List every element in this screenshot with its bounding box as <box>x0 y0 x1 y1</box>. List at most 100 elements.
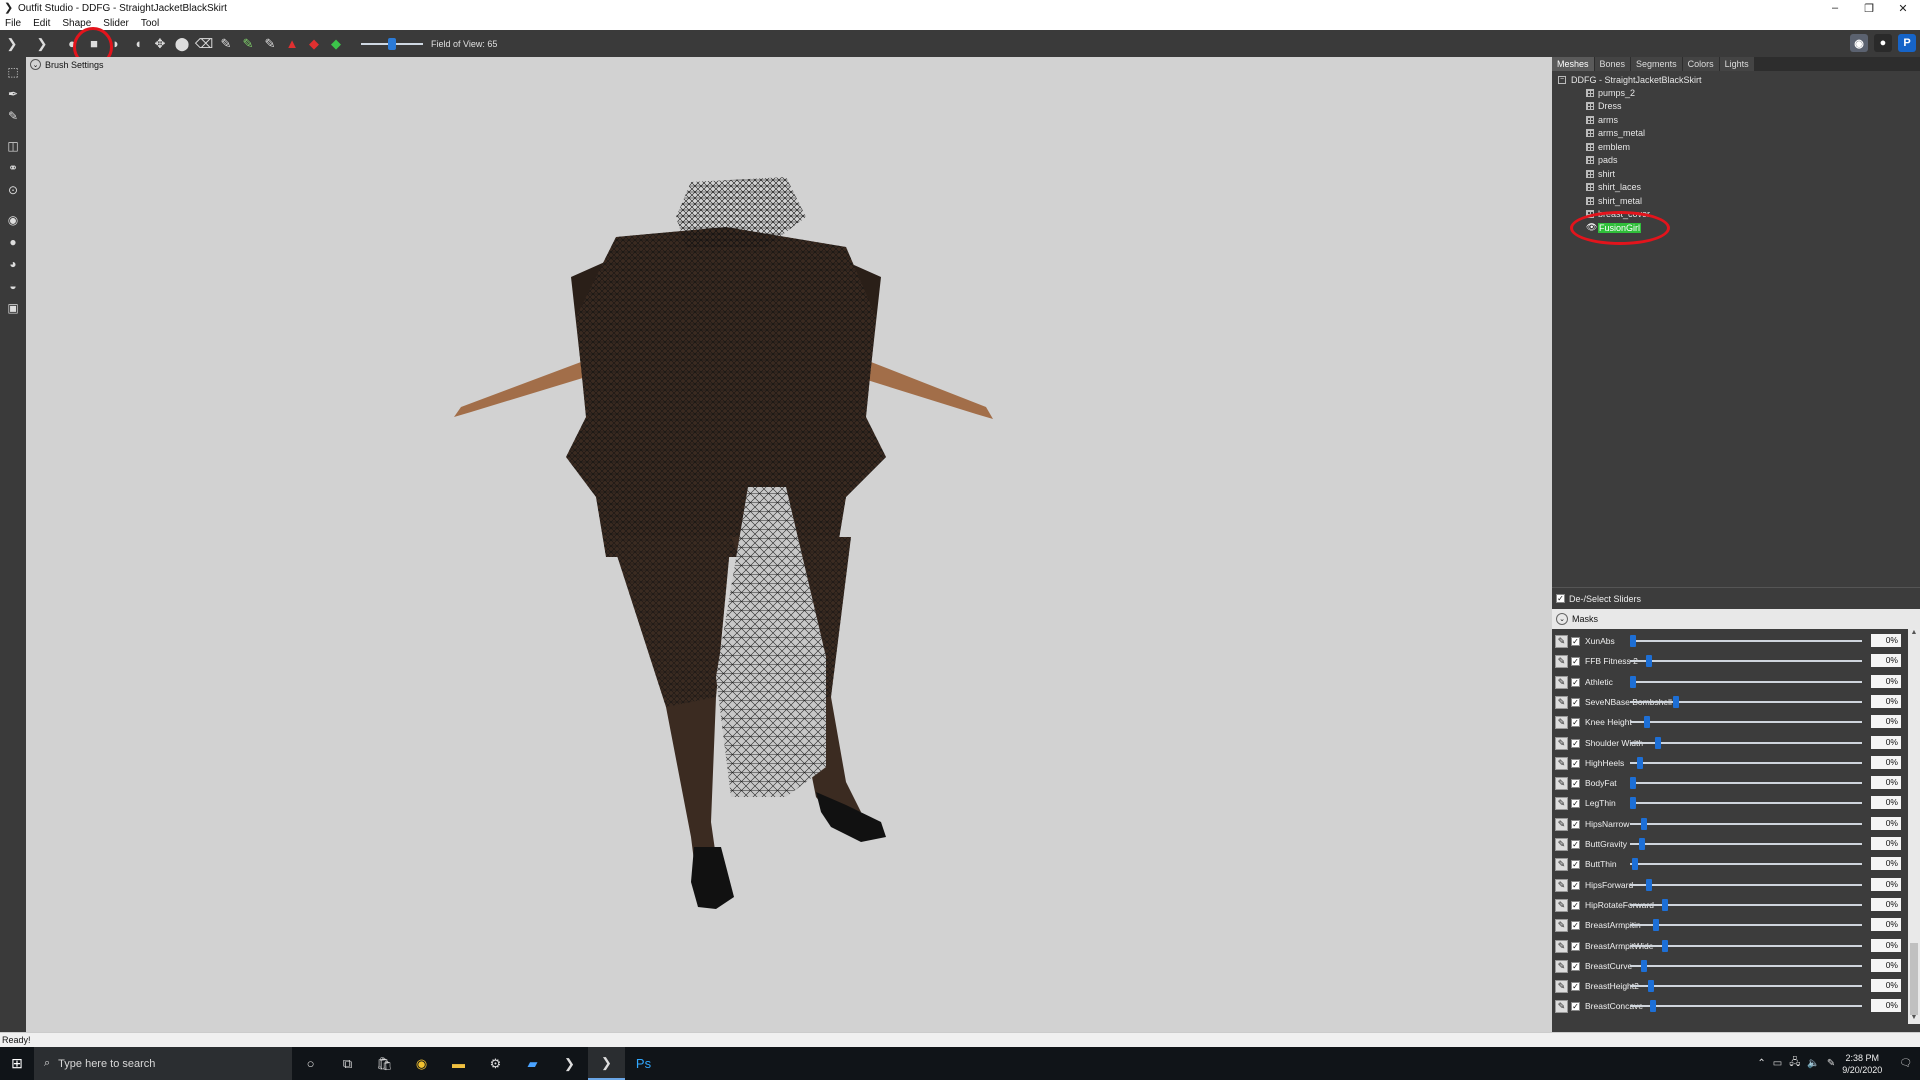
slider-value[interactable]: 0% <box>1871 634 1901 647</box>
move-brush-icon[interactable]: ✥ <box>151 35 169 53</box>
slider-checkbox[interactable]: ✓ <box>1571 636 1580 646</box>
edit-slider-icon[interactable]: ✎ <box>1555 898 1568 912</box>
slider-thumb[interactable] <box>1646 655 1652 667</box>
mesh-item[interactable]: emblem <box>1552 140 1920 154</box>
mesh-item[interactable]: Dress <box>1552 100 1920 114</box>
collapse-icon[interactable]: − <box>1558 75 1566 84</box>
pen-icon[interactable]: ✎ <box>1827 1058 1835 1069</box>
slider-track[interactable] <box>1630 899 1862 911</box>
collapse-vertex-icon[interactable]: ▲ <box>283 35 301 53</box>
edit-slider-icon[interactable]: ✎ <box>1555 634 1568 648</box>
scroll-up-arrow-icon[interactable]: ▲ <box>1908 629 1920 639</box>
mesh-item[interactable]: breast_cover <box>1552 208 1920 222</box>
slider-scrollbar[interactable]: ▲ ▼ <box>1908 629 1920 1024</box>
slider-value[interactable]: 0% <box>1871 756 1901 769</box>
slider-thumb[interactable] <box>1646 879 1652 891</box>
edit-slider-icon[interactable]: ✎ <box>1555 939 1568 953</box>
slider-thumb[interactable] <box>1648 980 1654 992</box>
slider-thumb[interactable] <box>1644 716 1650 728</box>
menu-file[interactable]: File <box>0 18 28 29</box>
xmirror-icon[interactable]: ◫ <box>4 137 22 155</box>
task-view-icon[interactable]: ⧉ <box>329 1047 366 1080</box>
slider-checkbox[interactable]: ✓ <box>1571 717 1580 727</box>
slider-checkbox[interactable]: ✓ <box>1571 920 1580 930</box>
standard-brush-icon[interactable]: ● <box>63 35 81 53</box>
slider-track[interactable] <box>1630 838 1862 850</box>
edit-slider-icon[interactable]: ✎ <box>1555 999 1568 1013</box>
slider-track[interactable] <box>1630 879 1862 891</box>
mask-brush-icon[interactable]: ■ <box>85 35 103 53</box>
slider-thumb[interactable] <box>1637 757 1643 769</box>
fov-slider[interactable] <box>361 35 423 53</box>
volume-icon[interactable]: 🔈 <box>1807 1058 1819 1069</box>
app-icon-blue[interactable]: ▰ <box>514 1047 551 1080</box>
slider-track[interactable] <box>1630 818 1862 830</box>
edit-slider-icon[interactable]: ✎ <box>1555 918 1568 932</box>
slider-value[interactable]: 0% <box>1871 736 1901 749</box>
battery-icon[interactable]: ▭ <box>1773 1058 1782 1069</box>
close-button[interactable]: ✕ <box>1886 0 1920 16</box>
edit-slider-icon[interactable]: ✎ <box>1555 715 1568 729</box>
color-brush-icon[interactable]: ✎ <box>239 35 257 53</box>
slider-value[interactable]: 0% <box>1871 817 1901 830</box>
slider-checkbox[interactable]: ✓ <box>1571 819 1580 829</box>
slider-value[interactable]: 0% <box>1871 715 1901 728</box>
slider-value[interactable]: 0% <box>1871 857 1901 870</box>
slider-thumb[interactable] <box>1630 635 1636 647</box>
slider-value[interactable]: 0% <box>1871 776 1901 789</box>
slider-track[interactable] <box>1630 777 1862 789</box>
slider-value[interactable]: 0% <box>1871 878 1901 891</box>
lighting-icon[interactable]: ◕ <box>4 255 22 273</box>
mesh-item[interactable]: arms_metal <box>1552 127 1920 141</box>
edit-slider-icon[interactable]: ✎ <box>1555 776 1568 790</box>
slider-checkbox[interactable]: ✓ <box>1571 900 1580 910</box>
slider-checkbox[interactable]: ✓ <box>1571 738 1580 748</box>
outfit-studio-taskbar-icon[interactable]: ❯ <box>551 1047 588 1080</box>
edit-slider-icon[interactable]: ✎ <box>1555 837 1568 851</box>
slider-value[interactable]: 0% <box>1871 695 1901 708</box>
slider-checkbox[interactable]: ✓ <box>1571 758 1580 768</box>
slider-checkbox[interactable]: ✓ <box>1571 697 1580 707</box>
edit-slider-icon[interactable]: ✎ <box>1555 756 1568 770</box>
mesh-item[interactable]: shirt <box>1552 167 1920 181</box>
select-mesh-icon[interactable]: ⬚ <box>4 63 22 81</box>
network-icon[interactable]: 🖧 <box>1789 1055 1800 1072</box>
masks-dropdown[interactable]: ⌄ Masks <box>1552 609 1920 629</box>
mesh-item[interactable]: arms <box>1552 113 1920 127</box>
slider-thumb[interactable] <box>1662 940 1668 952</box>
eye-icon[interactable]: 👁 <box>1586 222 1597 233</box>
slider-track[interactable] <box>1630 676 1862 688</box>
show-vertices-icon[interactable]: ◉ <box>4 211 22 229</box>
taskbar-search[interactable]: ⌕ Type here to search <box>34 1047 292 1080</box>
slider-value[interactable]: 0% <box>1871 999 1901 1012</box>
pin-icon[interactable]: ✒ <box>4 85 22 103</box>
paypal-icon[interactable]: P <box>1898 34 1916 52</box>
slider-track[interactable] <box>1630 1000 1862 1012</box>
slider-checkbox[interactable]: ✓ <box>1571 778 1580 788</box>
slider-thumb[interactable] <box>1662 899 1668 911</box>
split-edge-icon[interactable]: ◆ <box>327 35 345 53</box>
store-icon[interactable]: 🛍 <box>366 1047 403 1080</box>
tab-meshes[interactable]: Meshes <box>1552 57 1594 71</box>
edit-slider-icon[interactable]: ✎ <box>1555 959 1568 973</box>
tree-root[interactable]: − DDFG - StraightJacketBlackSkirt <box>1552 73 1920 86</box>
undiff-brush-icon[interactable]: ⌫ <box>195 35 213 53</box>
slider-thumb[interactable] <box>1630 777 1636 789</box>
slider-checkbox[interactable]: ✓ <box>1571 859 1580 869</box>
slider-value[interactable]: 0% <box>1871 939 1901 952</box>
slider-checkbox[interactable]: ✓ <box>1571 677 1580 687</box>
wireframe-icon[interactable]: ● <box>4 233 22 251</box>
photoshop-icon[interactable]: Ps <box>625 1047 662 1080</box>
slider-thumb[interactable] <box>1641 960 1647 972</box>
slider-thumb[interactable] <box>1653 919 1659 931</box>
cortana-icon[interactable]: ○ <box>292 1047 329 1080</box>
show-hidden-icons-icon[interactable]: ⌃ <box>1757 1058 1765 1069</box>
edit-slider-icon[interactable]: ✎ <box>1555 695 1568 709</box>
slider-value[interactable]: 0% <box>1871 918 1901 931</box>
slider-checkbox[interactable]: ✓ <box>1571 839 1580 849</box>
global-brush-icon[interactable]: ⊙ <box>4 181 22 199</box>
mesh-item[interactable]: shirt_laces <box>1552 181 1920 195</box>
tab-lights[interactable]: Lights <box>1719 57 1754 71</box>
transform-tool-icon[interactable]: ❯ <box>33 35 51 53</box>
tab-bones[interactable]: Bones <box>1594 57 1631 71</box>
